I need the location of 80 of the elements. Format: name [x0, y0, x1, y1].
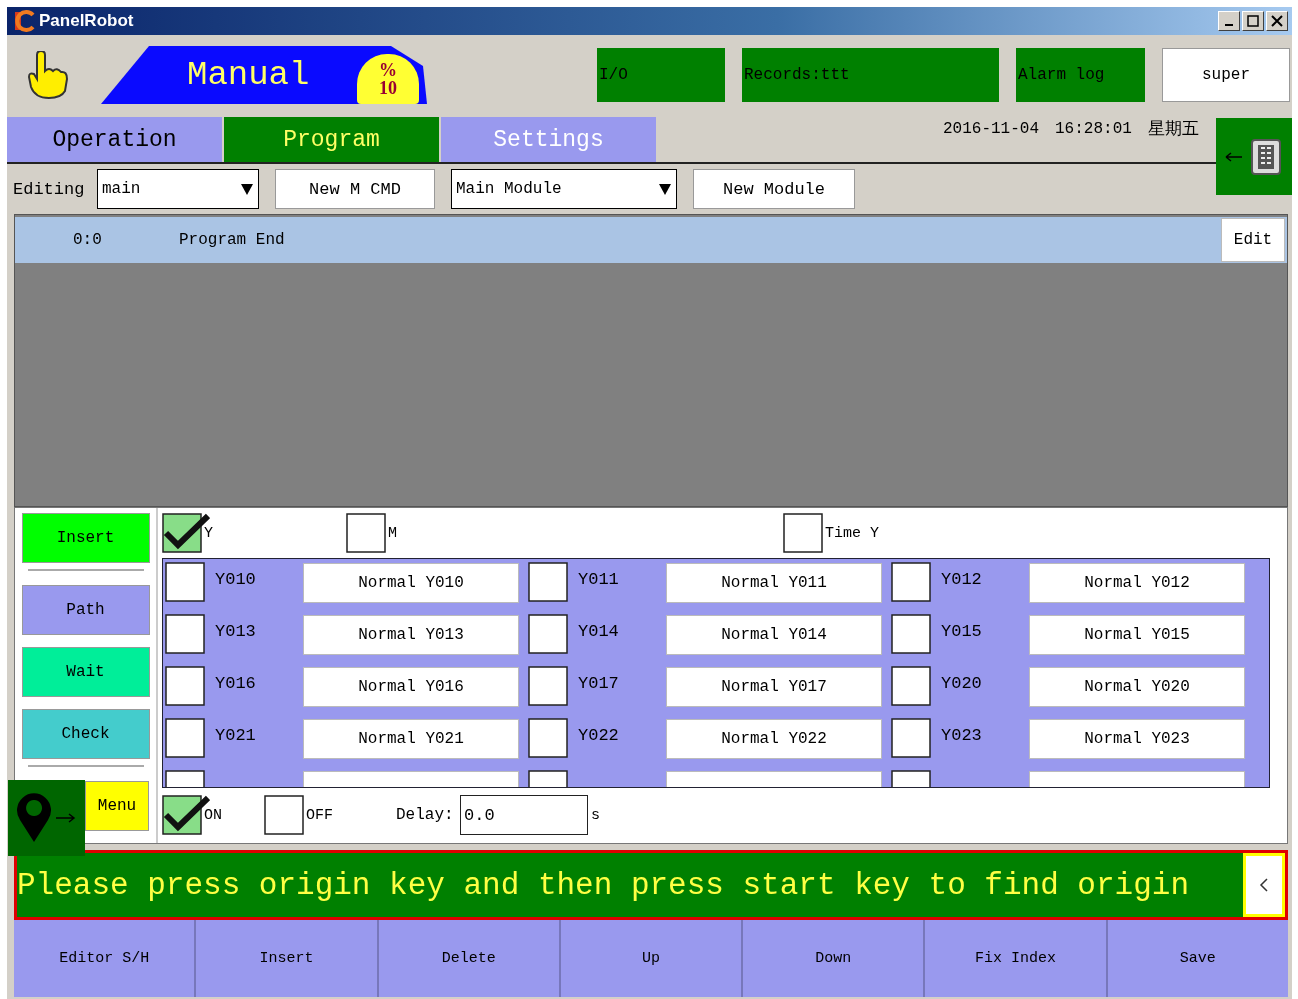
footer-button[interactable]: Down: [743, 920, 926, 997]
speed-value: 10: [379, 79, 397, 97]
output-field[interactable]: Normal Y017: [666, 667, 882, 707]
output-field[interactable]: Normal Y020: [1029, 667, 1245, 707]
switch-label: ON: [204, 806, 223, 824]
footer-button[interactable]: Up: [560, 920, 744, 997]
window-title: PanelRobot: [39, 11, 135, 31]
output-label: Y014: [578, 621, 620, 641]
output-field[interactable]: Normal Y010: [303, 563, 519, 603]
time-label: 16:28:01: [1055, 119, 1132, 138]
close-button[interactable]: [1266, 11, 1288, 31]
header-button[interactable]: Records:ttt: [742, 48, 999, 102]
minimize-icon: [1225, 24, 1233, 26]
output-label: Y011: [578, 569, 620, 589]
output-label: Y013: [215, 621, 257, 641]
output-field[interactable]: Normal Y012: [1029, 563, 1245, 603]
command-text: Program End: [179, 231, 285, 249]
footer-button[interactable]: Save: [1107, 920, 1288, 997]
keypad-icon: [1224, 136, 1284, 177]
output-label: Y012: [941, 569, 983, 589]
output-label: Y021: [215, 725, 257, 745]
category-button[interactable]: Wait: [21, 647, 150, 697]
output-label: Y010: [215, 569, 257, 589]
footer-button[interactable]: Delete: [378, 920, 561, 997]
option-label: M: [388, 524, 398, 542]
tab[interactable]: Operation: [7, 117, 222, 162]
percent-symbol: %: [379, 61, 397, 79]
tab[interactable]: Program: [224, 117, 439, 162]
maximize-icon: [1247, 15, 1259, 27]
dropdown-caret-icon: [240, 182, 254, 196]
header-button[interactable]: Alarm log: [1016, 48, 1145, 102]
output-label: Y022: [578, 725, 620, 745]
category-button[interactable]: Menu: [85, 780, 149, 831]
date-label: 2016-11-04: [943, 119, 1039, 138]
category-button[interactable]: Path: [21, 584, 150, 635]
output-label: Y017: [578, 673, 620, 693]
minimize-button[interactable]: [1218, 11, 1240, 31]
header-button[interactable]: I/O: [597, 48, 725, 102]
footer-button[interactable]: Fix Index: [925, 920, 1108, 997]
switch-label: OFF: [306, 806, 334, 824]
new-module-button[interactable]: New Module: [693, 169, 855, 209]
footer-button[interactable]: Editor S/H: [14, 920, 197, 997]
output-label: Y023: [941, 725, 983, 745]
unit-label: s: [591, 806, 600, 824]
weekday-label: 星期五: [1147, 117, 1199, 140]
output-field[interactable]: Normal Y013: [303, 615, 519, 655]
output-label: Y016: [215, 673, 257, 693]
mode-label: Manual: [187, 56, 310, 94]
program-dropdown[interactable]: main: [97, 169, 259, 209]
program-row[interactable]: 0:0 Program End Edit: [15, 217, 1287, 263]
line-index: 0:0: [73, 231, 103, 249]
output-field[interactable]: Normal Y014: [666, 615, 882, 655]
close-icon: [1271, 15, 1283, 27]
output-field[interactable]: Normal Y015: [1029, 615, 1245, 655]
keypad-button[interactable]: [1216, 118, 1292, 195]
delay-field[interactable]: 0.0: [460, 795, 588, 835]
output-label: Y015: [941, 621, 983, 641]
footer-button[interactable]: Insert: [196, 920, 379, 997]
editing-label: Editing: [13, 179, 86, 199]
output-field[interactable]: Normal Y022: [666, 719, 882, 759]
chevron-left-icon: [1259, 877, 1269, 893]
origin-button[interactable]: [8, 780, 85, 856]
module-dropdown[interactable]: Main Module: [451, 169, 677, 209]
delay-label: Delay:: [396, 806, 455, 824]
pointing-hand-icon: [25, 51, 69, 99]
output-label: Y020: [941, 673, 983, 693]
new-command-button[interactable]: New M CMD: [275, 169, 435, 209]
edit-button[interactable]: Edit: [1221, 218, 1285, 262]
output-field[interactable]: Normal Y023: [1029, 719, 1245, 759]
option-label: Time Y: [825, 524, 879, 542]
dropdown-caret-icon: [658, 182, 672, 196]
category-button[interactable]: Insert: [21, 513, 150, 564]
status-message: Please press origin key and then press start key to find origin: [17, 867, 1190, 903]
maximize-button[interactable]: [1242, 11, 1264, 31]
output-field[interactable]: Normal Y021: [303, 719, 519, 759]
user-button[interactable]: super: [1162, 48, 1290, 102]
category-button[interactable]: Check: [21, 709, 150, 760]
output-field[interactable]: Normal Y016: [303, 667, 519, 707]
output-field[interactable]: Normal Y011: [666, 563, 882, 603]
option-label: Y: [204, 524, 214, 542]
